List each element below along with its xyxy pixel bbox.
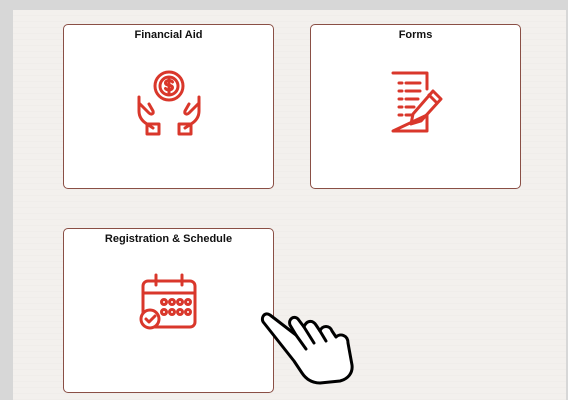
tile-grid: Financial Aid Forms Registration & Sched… — [13, 10, 566, 400]
calendar-check-icon — [139, 273, 196, 330]
tile-title: Forms — [398, 29, 433, 41]
hands-dollar-coin-icon — [137, 70, 200, 136]
tile-title: Financial Aid — [134, 29, 203, 41]
document-pencil-icon — [391, 71, 442, 133]
tile-title: Registration & Schedule — [104, 233, 233, 245]
tile-financial-aid[interactable]: Financial Aid — [63, 24, 274, 189]
hand-pointer-icon — [260, 312, 354, 385]
tile-forms[interactable]: Forms — [310, 24, 521, 189]
tile-registration-schedule[interactable]: Registration & Schedule — [63, 228, 274, 393]
